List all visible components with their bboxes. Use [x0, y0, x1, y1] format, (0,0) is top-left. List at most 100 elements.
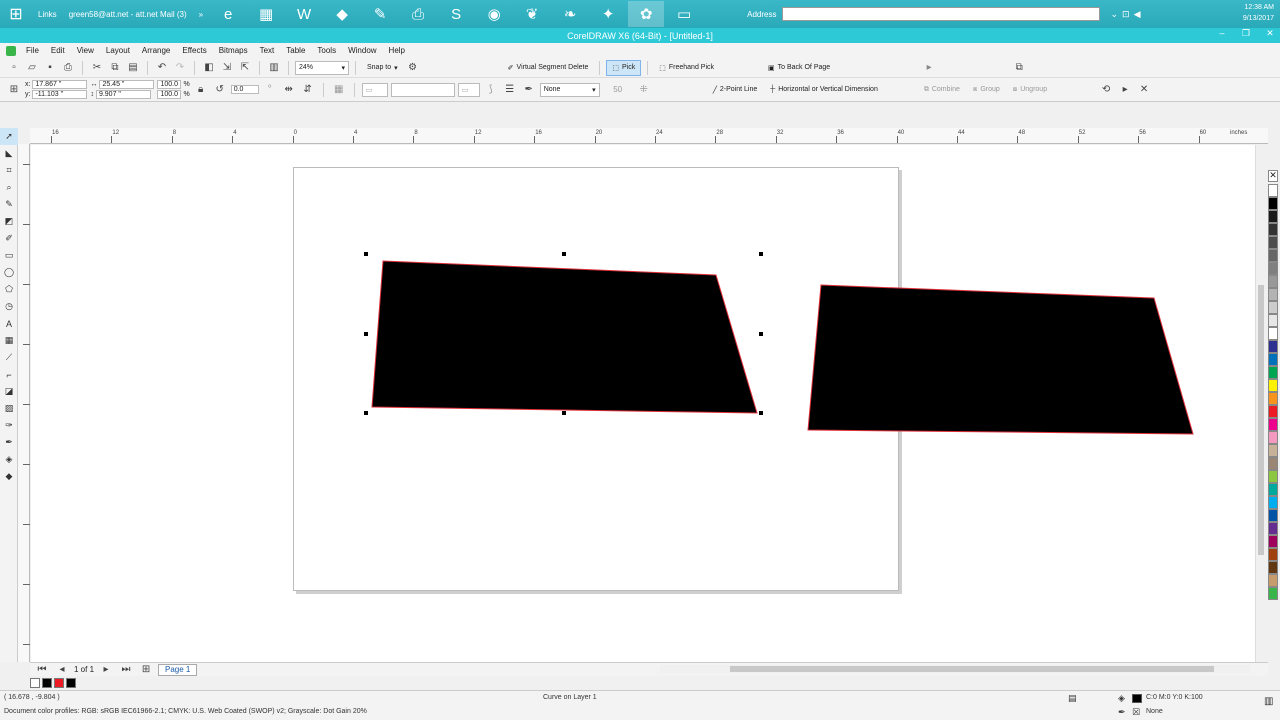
document-color-swatch[interactable] [54, 678, 64, 688]
menu-window[interactable]: Window [342, 46, 382, 55]
s-icon[interactable]: S [438, 1, 474, 27]
eyedropper-icon[interactable]: ✑ [0, 417, 18, 434]
y-position-field[interactable]: -11.103 " [32, 90, 88, 99]
menu-file[interactable]: File [20, 46, 45, 55]
selection-handle[interactable] [759, 332, 763, 336]
crop-tool-icon[interactable]: ⌗ [0, 162, 18, 179]
menu-table[interactable]: Table [280, 46, 311, 55]
paste-icon[interactable]: ▤ [125, 60, 141, 76]
transparency-icon[interactable]: ▨ [0, 400, 18, 417]
color-swatch[interactable] [1268, 483, 1278, 496]
color-swatch[interactable] [1268, 184, 1278, 197]
close-curve-icon[interactable]: ⟆ [483, 82, 499, 98]
color-swatch[interactable] [1268, 223, 1278, 236]
ie-icon[interactable]: e [210, 1, 246, 27]
vertical-ruler[interactable] [18, 144, 30, 662]
selection-handle[interactable] [364, 332, 368, 336]
resize-grip-icon[interactable]: ▥ [1264, 696, 1273, 707]
selection-handle[interactable] [759, 411, 763, 415]
outline-pen-icon[interactable]: ✒ [521, 82, 537, 98]
color-swatch[interactable] [1268, 340, 1278, 353]
color-swatch[interactable] [1268, 249, 1278, 262]
color-swatch[interactable] [1268, 353, 1278, 366]
object-origin-icon[interactable]: ⊞ [6, 82, 22, 98]
address-input[interactable] [782, 7, 1101, 21]
color-swatch[interactable] [1268, 535, 1278, 548]
color-swatch[interactable] [1268, 522, 1278, 535]
color-swatch[interactable] [1268, 470, 1278, 483]
interactive-fill-icon[interactable]: ◆ [0, 468, 18, 485]
horizontal-scrollbar[interactable] [660, 665, 1250, 673]
text-tool-icon[interactable]: A [0, 315, 18, 332]
snap-icon[interactable]: ▤ [1068, 693, 1077, 704]
color-swatch[interactable] [1268, 509, 1278, 522]
color-swatch[interactable] [1268, 288, 1278, 301]
end-arrow-combo[interactable]: ▭ [457, 82, 480, 97]
document-color-swatch[interactable] [30, 678, 40, 688]
color-swatch[interactable] [1268, 366, 1278, 379]
color-swatch[interactable] [1268, 405, 1278, 418]
close-docker-icon[interactable]: ✕ [1136, 82, 1152, 98]
word-icon[interactable]: W [286, 1, 322, 27]
restore-icon[interactable]: ❐ [1240, 28, 1252, 39]
to-back-of-page-button[interactable]: ▣ To Back Of Page [763, 60, 835, 76]
tray-network-icon[interactable]: ⊡ [1122, 9, 1130, 20]
convert-to-curves-icon[interactable]: ⟲ [1098, 82, 1114, 98]
outline-pen-icon[interactable]: ✒ [1118, 707, 1126, 718]
rectangle-tool-icon[interactable]: ▭ [0, 247, 18, 264]
notepad-icon[interactable]: ▭ [666, 1, 702, 27]
print-icon[interactable]: ⎙ [60, 60, 76, 76]
rotate-icon[interactable]: ↺ [212, 82, 228, 98]
shape-tool-icon[interactable]: ◣ [0, 145, 18, 162]
options-icon[interactable]: ⚙ [405, 60, 421, 76]
smart-fill-icon[interactable]: ◩ [0, 213, 18, 230]
calculator-icon[interactable]: ▦ [248, 1, 284, 27]
outline-pen-tool-icon[interactable]: ✒ [0, 434, 18, 451]
nodes-icon[interactable]: ⁜ [636, 82, 652, 98]
menu-effects[interactable]: Effects [176, 46, 212, 55]
basic-shapes-icon[interactable]: ◷ [0, 298, 18, 315]
connector-tool-icon[interactable]: ⌐ [0, 366, 18, 383]
coreldraw-icon[interactable]: ✿ [628, 1, 665, 27]
color-swatch[interactable] [1268, 496, 1278, 509]
menu-edit[interactable]: Edit [45, 46, 71, 55]
selection-handle[interactable] [364, 252, 368, 256]
snap-to-button[interactable]: Snap to ▾ [362, 60, 403, 76]
virtual-segment-delete-button[interactable]: ✐ Virtual Segment Delete [503, 60, 594, 76]
freehand-pick-button[interactable]: ⬚ Freehand Pick [654, 60, 719, 76]
prev-page-icon[interactable]: ◂ [54, 662, 70, 678]
document-color-swatch[interactable] [42, 678, 52, 688]
color-swatch[interactable] [1268, 275, 1278, 288]
tray-arrow-icon[interactable]: ⌄ [1110, 9, 1118, 20]
ungroup-button[interactable]: ⧇ Ungroup [1008, 82, 1052, 98]
copy-icon[interactable]: ⧉ [107, 60, 123, 76]
fill-tool-icon[interactable]: ◈ [0, 451, 18, 468]
cut-icon[interactable]: ✂ [89, 60, 105, 76]
application-launcher-icon[interactable]: ▥ [266, 60, 282, 76]
selection-handle[interactable] [759, 252, 763, 256]
page-tab[interactable]: Page 1 [158, 663, 198, 676]
menu-view[interactable]: View [71, 46, 100, 55]
two-point-line-button[interactable]: ╱ 2-Point Line [708, 82, 763, 98]
height-field[interactable]: 9.907 " [95, 90, 151, 99]
pick-tool-icon[interactable]: ➚ [0, 128, 18, 145]
scale-y-field[interactable]: 100.0 [157, 90, 182, 99]
line-style-combo[interactable] [390, 82, 455, 97]
vertical-scroll-thumb[interactable] [1258, 285, 1264, 555]
color-swatch[interactable] [1268, 587, 1278, 600]
zoom-tool-icon[interactable]: ⌕ [0, 179, 18, 196]
menu-bitmaps[interactable]: Bitmaps [213, 46, 254, 55]
export-icon[interactable]: ⇱ [237, 60, 253, 76]
second-quad-shape[interactable] [807, 284, 1194, 435]
artistic-media-icon[interactable]: ✐ [0, 230, 18, 247]
tray-volume-icon[interactable]: ◀ [1134, 9, 1141, 20]
color-swatch[interactable] [1268, 379, 1278, 392]
selection-handle[interactable] [364, 411, 368, 415]
color-swatch[interactable] [1268, 444, 1278, 457]
polygon-tool-icon[interactable]: ⬠ [0, 281, 18, 298]
selection-handle[interactable] [562, 411, 566, 415]
rotation-field[interactable]: 0.0 [230, 85, 259, 94]
menu-help[interactable]: Help [383, 46, 411, 55]
wrap-text-icon[interactable]: ▦ [331, 82, 347, 98]
save-icon[interactable]: ▪ [42, 60, 58, 76]
